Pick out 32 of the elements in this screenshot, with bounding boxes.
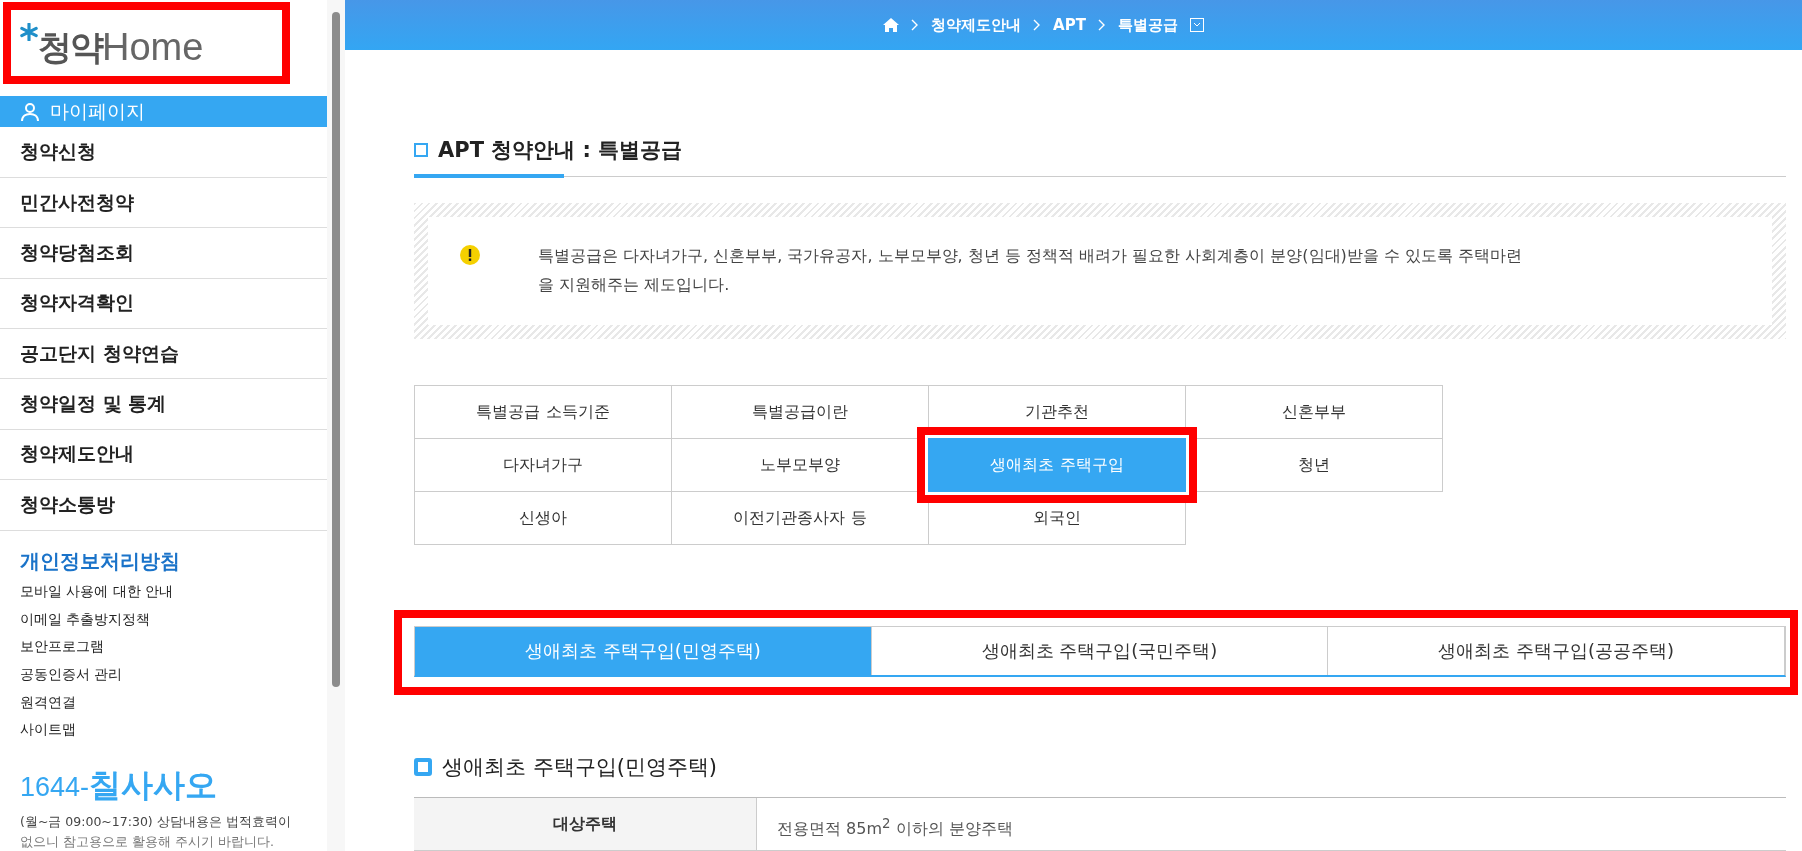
page-title: APT 청약안내 : 특별공급 xyxy=(438,137,683,164)
category-tab[interactable]: 신생아 xyxy=(414,491,672,545)
dropdown-icon[interactable] xyxy=(1189,18,1204,32)
chevron-icon xyxy=(1033,19,1042,31)
square-icon xyxy=(414,143,428,157)
table-cell-text: 전용면적 85m$^{2}$ 이하의 분양주택 xyxy=(776,815,1014,841)
footer-link[interactable]: 모바일 사용에 대한 안내 xyxy=(0,578,327,606)
table-header-cell: 대상주택 xyxy=(414,798,757,850)
section-heading: 생애최초 주택구입(민영주택) xyxy=(442,754,718,781)
hours-text: (월~금 09:00~17:30) 상담내용은 법적효력이 xyxy=(19,814,292,832)
category-tab[interactable]: 특별공급 소득기준 xyxy=(414,385,672,439)
footer-link[interactable]: 사이트맵 xyxy=(0,716,327,745)
chevron-icon xyxy=(1097,19,1106,31)
warning-icon xyxy=(460,245,480,265)
notice-text: 특별공급은 다자녀가구, 신혼부부, 국가유공자, 노부모부양, 청년 등 정책적 배려가 필요한 사회계층이 분양(임대)받을 수 있도록 주택마련을 지원해주는 제도입니다. xyxy=(538,245,1524,296)
logo-text: Home xyxy=(102,26,204,70)
scrollbar[interactable] xyxy=(327,0,345,851)
logo-text: 청약 xyxy=(38,25,102,69)
hours-text: 없으니 참고용으로 활용해 주시기 바랍니다. xyxy=(19,834,275,851)
footer-link[interactable]: 공동인증서 관리 xyxy=(0,661,327,689)
privacy-policy-link[interactable]: 개인정보처리방침 xyxy=(0,544,327,579)
footer-link[interactable]: 이메일 추출방지정책 xyxy=(0,605,327,634)
star-icon xyxy=(20,22,38,41)
footer-link[interactable]: 보안프로그램 xyxy=(0,633,327,662)
footer-link[interactable]: 원격연결 xyxy=(0,688,327,717)
person-icon xyxy=(20,101,40,122)
home-icon[interactable] xyxy=(883,17,900,33)
category-tab[interactable]: 신혼부부 xyxy=(1185,385,1443,439)
logo[interactable]: 청약Home xyxy=(20,24,204,71)
chevron-icon xyxy=(911,19,920,31)
phone-number: 1644-칠사사오 xyxy=(19,765,219,807)
square-icon xyxy=(414,758,432,776)
